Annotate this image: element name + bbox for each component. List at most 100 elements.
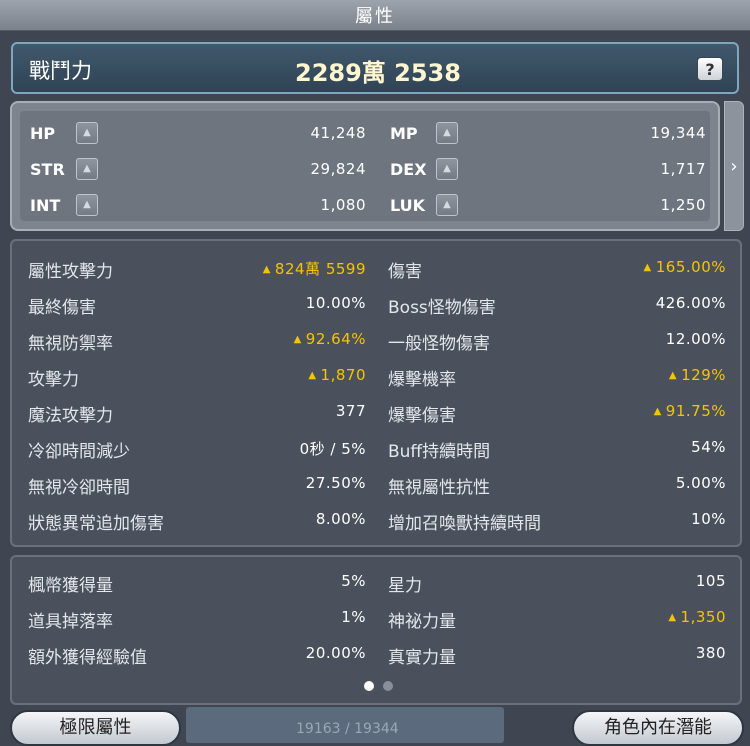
stat-name: STR xyxy=(30,160,65,179)
stat-row: 最終傷害 10.00% xyxy=(28,290,366,320)
increase-arrow-icon: ▲ xyxy=(668,612,677,623)
stat-name: Buff持續時間 xyxy=(388,442,491,462)
stat-value: ▲ 92.64% xyxy=(294,330,366,348)
stat-up-button[interactable]: ▲ xyxy=(436,158,458,180)
hyper-stats-button[interactable]: 極限屬性 xyxy=(10,710,181,746)
stat-row: 真實力量 380 xyxy=(388,640,726,670)
stat-value-text: 0秒 / 5% xyxy=(299,440,366,458)
stat-name: 魔法攻擊力 xyxy=(28,406,113,426)
stat-row: 屬性攻擊力 ▲ 824萬 5599 xyxy=(28,254,366,284)
stat-name: 爆擊傷害 xyxy=(388,406,456,426)
stat-value-text: 165.00% xyxy=(655,258,726,276)
increase-arrow-icon: ▲ xyxy=(643,262,652,273)
stat-name: 增加召喚獸持續時間 xyxy=(388,514,541,534)
stat-row: 無視防禦率 ▲ 92.64% xyxy=(28,326,366,356)
stat-name: 屬性攻擊力 xyxy=(28,262,113,282)
stat-value-text: 1,350 xyxy=(680,608,726,626)
stat-name: DEX xyxy=(390,160,427,179)
stat-row: 攻擊力 ▲ 1,870 xyxy=(28,362,366,392)
stat-name: 爆擊機率 xyxy=(388,370,456,390)
stat-row-mp: MP ▲ 19,344 xyxy=(390,119,706,149)
stat-value-text: 27.50% xyxy=(305,474,366,492)
stat-value-text: 105 xyxy=(695,572,726,590)
stat-value: 5.00% xyxy=(676,474,726,492)
stat-row-str: STR ▲ 29,824 xyxy=(30,155,366,185)
stat-row: 無視屬性抗性 5.00% xyxy=(388,470,726,500)
help-button[interactable]: ? xyxy=(697,57,723,81)
stat-value: ▲ 1,870 xyxy=(308,366,366,384)
stat-value: 10% xyxy=(691,510,726,528)
stat-value: 1,080 xyxy=(320,196,366,214)
stat-value: 12.00% xyxy=(666,330,726,348)
stat-up-button[interactable]: ▲ xyxy=(436,122,458,144)
stat-value: ▲ 1,350 xyxy=(668,608,726,626)
inner-ability-button[interactable]: 角色內在潛能 xyxy=(572,710,744,746)
stat-row: 冷卻時間減少 0秒 / 5% xyxy=(28,434,366,464)
stat-value-text: 377 xyxy=(335,402,366,420)
stat-row: Buff持續時間 54% xyxy=(388,434,726,464)
stat-row: 魔法攻擊力 377 xyxy=(28,398,366,428)
combat-power-label: 戰鬥力 xyxy=(29,59,92,83)
increase-arrow-icon: ▲ xyxy=(668,370,678,381)
stat-value-text: 10% xyxy=(691,510,726,528)
stat-up-button[interactable]: ▲ xyxy=(76,122,98,144)
stat-row: 神祕力量 ▲ 1,350 xyxy=(388,604,726,634)
stat-name: 神祕力量 xyxy=(388,612,456,632)
stat-name: MP xyxy=(390,124,418,143)
stat-value-text: 1% xyxy=(341,608,366,626)
stat-value-text: 824萬 5599 xyxy=(274,260,366,278)
stat-up-button[interactable]: ▲ xyxy=(76,194,98,216)
stat-row: 爆擊傷害 ▲ 91.75% xyxy=(388,398,726,428)
stat-value: ▲ 91.75% xyxy=(654,402,726,420)
stat-value: ▲ 129% xyxy=(669,366,726,384)
stat-name: 狀態異常追加傷害 xyxy=(28,514,164,534)
increase-arrow-icon: ▲ xyxy=(308,370,317,381)
expand-arrow-icon[interactable]: › xyxy=(724,101,744,231)
stat-name: 無視屬性抗性 xyxy=(388,478,490,498)
stat-value-text: 5% xyxy=(341,572,366,590)
page-dot-active[interactable] xyxy=(364,681,374,691)
stat-row-luk: LUK ▲ 1,250 xyxy=(390,191,706,221)
combat-power-panel: 戰鬥力 2289萬 2538 ? xyxy=(11,42,739,94)
stat-value: ▲ 824萬 5599 xyxy=(263,258,366,279)
stat-value-text: 12.00% xyxy=(665,330,726,348)
stat-row: 道具掉落率 1% xyxy=(28,604,366,634)
stat-value-text: 8.00% xyxy=(315,510,366,528)
stat-name: 楓幣獲得量 xyxy=(28,576,113,596)
increase-arrow-icon: ▲ xyxy=(293,334,302,345)
extra-stats-panel: 楓幣獲得量 5% 星力 105 道具掉落率 1% 神祕力量 ▲ 1,350 額外獲得經驗值 20.0… xyxy=(10,555,742,705)
stat-up-button[interactable]: ▲ xyxy=(76,158,98,180)
stat-row: Boss怪物傷害 426.00% xyxy=(388,290,726,320)
stat-value-text: 10.00% xyxy=(305,294,366,312)
stat-value: 380 xyxy=(696,644,726,662)
stat-row: 增加召喚獸持續時間 10% xyxy=(388,506,726,536)
stat-name: LUK xyxy=(390,196,426,215)
stat-row: 楓幣獲得量 5% xyxy=(28,568,366,598)
stat-value-text: 92.64% xyxy=(305,330,366,348)
stat-name: 無視防禦率 xyxy=(28,334,113,354)
stat-value-text: 380 xyxy=(695,644,726,662)
stat-value: 19,344 xyxy=(650,124,706,142)
stat-value: 1,717 xyxy=(660,160,706,178)
page-dot-inactive[interactable] xyxy=(383,681,393,691)
stat-name: INT xyxy=(30,196,61,215)
base-stats-panel: HP ▲ 41,248 MP ▲ 19,344 STR ▲ 29,824 DEX… xyxy=(10,101,720,231)
stat-row: 傷害 ▲ 165.00% xyxy=(388,254,726,284)
stat-value: 1% xyxy=(341,608,366,626)
stat-value: ▲ 165.00% xyxy=(644,258,726,276)
stat-row-hp: HP ▲ 41,248 xyxy=(30,119,366,149)
stat-name: 真實力量 xyxy=(388,648,456,668)
stat-row: 狀態異常追加傷害 8.00% xyxy=(28,506,366,536)
stat-up-button[interactable]: ▲ xyxy=(436,194,458,216)
window-title: 屬性 xyxy=(355,6,395,27)
stat-value: 27.50% xyxy=(306,474,366,492)
stat-value: 29,824 xyxy=(310,160,366,178)
stat-name: Boss怪物傷害 xyxy=(388,298,496,318)
stat-value: 0秒 / 5% xyxy=(300,438,366,459)
stat-name: 額外獲得經驗值 xyxy=(28,648,147,668)
stat-value-text: 426.00% xyxy=(655,294,726,312)
stat-value: 5% xyxy=(341,572,366,590)
stat-value: 41,248 xyxy=(310,124,366,142)
window-titlebar: 屬性 xyxy=(0,0,750,31)
stat-value: 1,250 xyxy=(660,196,706,214)
